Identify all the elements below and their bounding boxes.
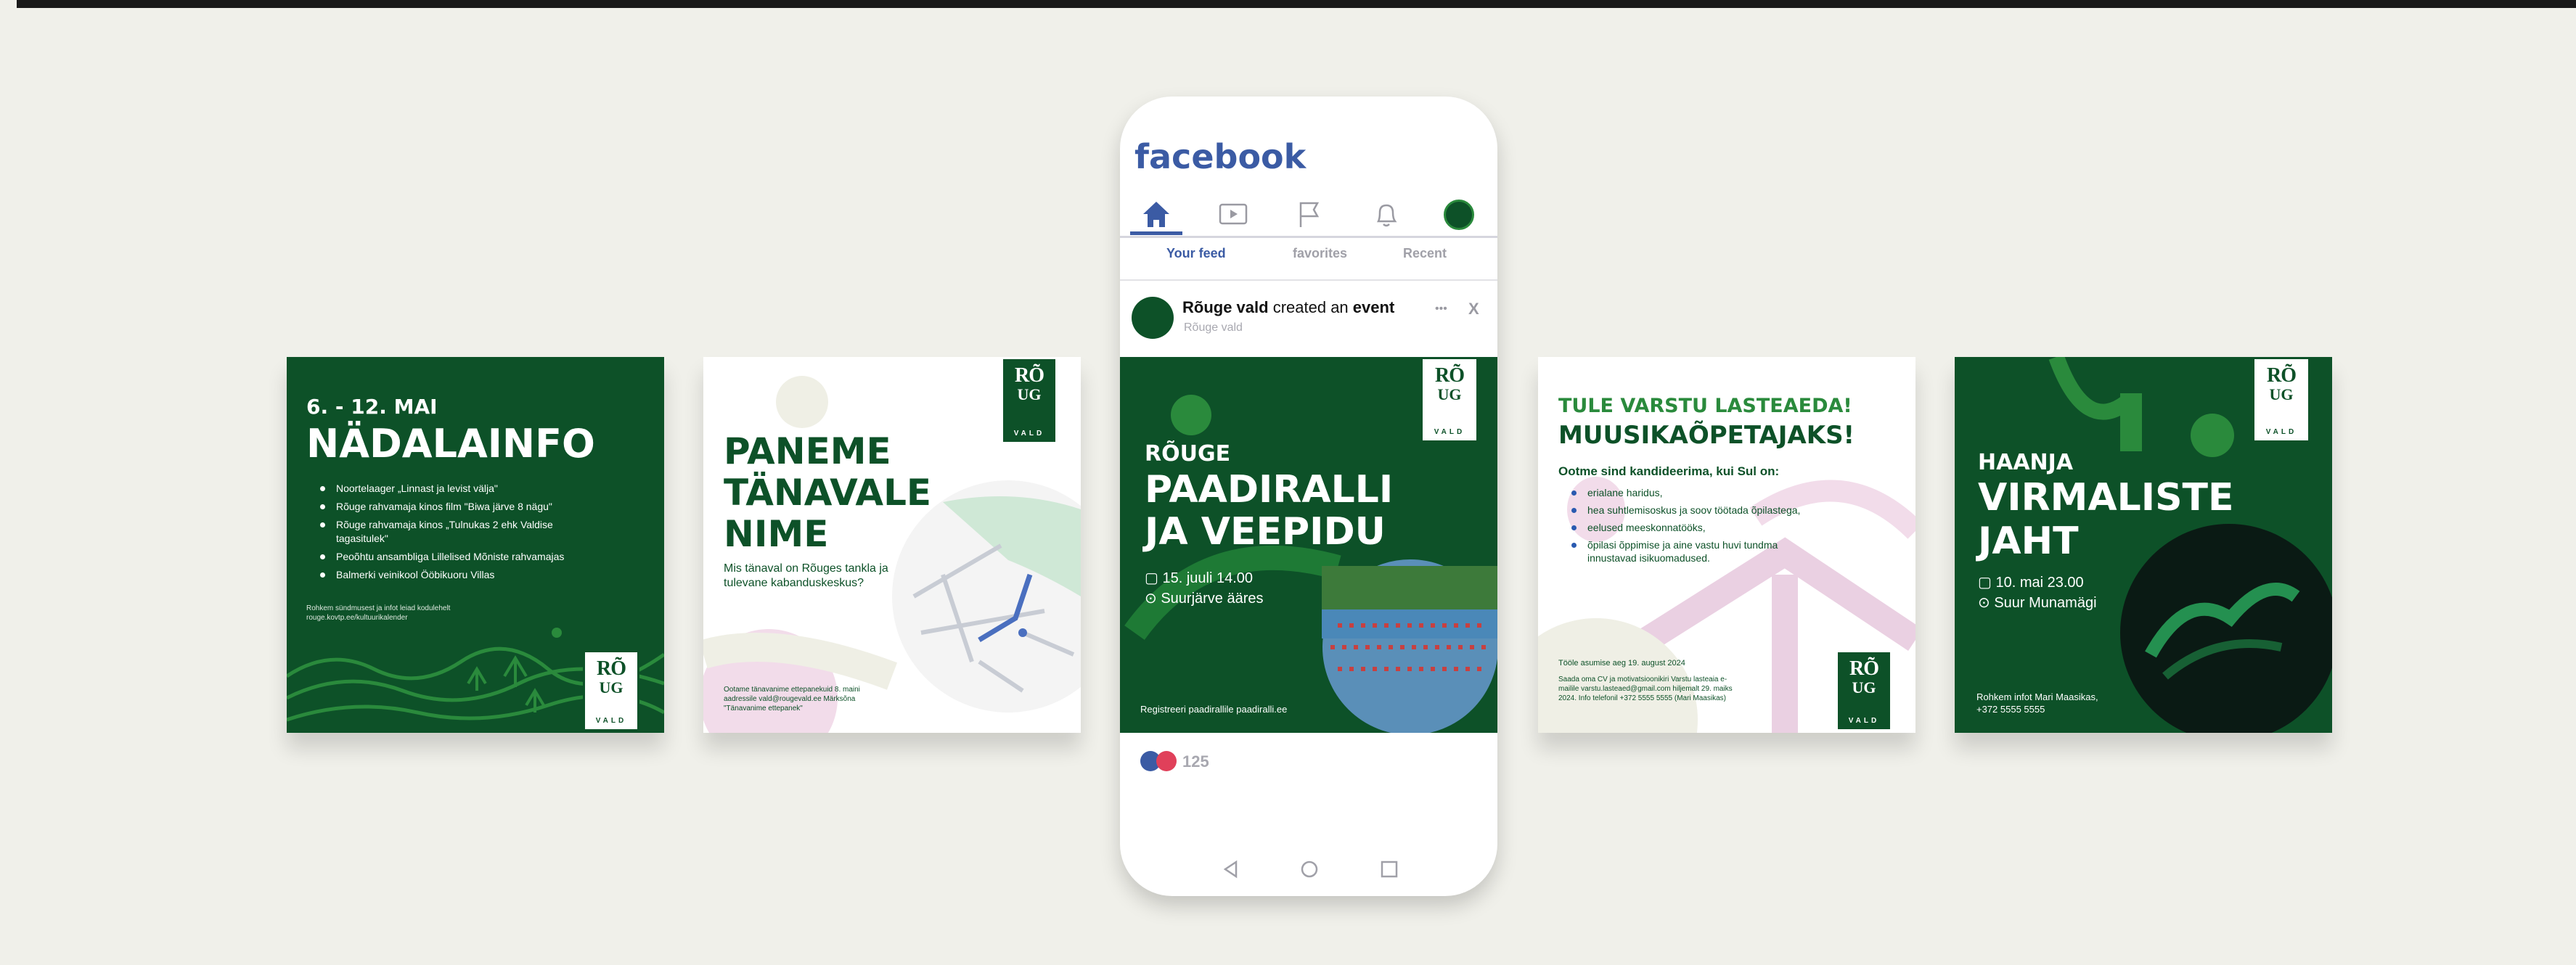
contact-info: Saada oma CV ja motivatsioonikiri Varstu… [1558, 676, 1733, 702]
start-date: Tööle asumise aeg 19. august 2024 [1558, 659, 1685, 668]
list-item: Balmerki veinikool Ööbikuoru Villas [320, 568, 639, 582]
facebook-logo: facebook [1134, 137, 1307, 176]
home-button-icon[interactable] [1300, 860, 1319, 879]
card-nadalainfo: 6. - 12. MAI NÄDALAINFO Noortelaager „Li… [287, 357, 664, 733]
card-footer: Ootame tänavanime ettepanekuid 8. maini … [724, 686, 860, 713]
phone-mockup: facebook Your feed favorites Recent Rõug… [1120, 96, 1497, 896]
card-title: NÄDALAINFO [306, 421, 595, 467]
event-image[interactable]: RÕ UG VALD RÕUGE PAADIRALLI JA VEEPIDU ▢ … [1120, 357, 1497, 733]
video-icon[interactable] [1219, 202, 1248, 227]
card-tanavanimi: RÕ UG VALD PANEME TÄNAVALE NIME Mis tänav… [703, 357, 1081, 733]
list-item: Noortelaager „Linnast ja levist välja" [320, 482, 639, 496]
list-item: Rõuge rahvamaja kinos „Tulnukas 2 ehk Va… [320, 518, 554, 546]
bell-icon[interactable] [1373, 201, 1400, 229]
card-date: 6. - 12. MAI [306, 395, 438, 419]
card-virmalised: RÕ UG VALD HAANJA VIRMALISTE JAHT ▢ 10. m… [1955, 357, 2332, 733]
separator [1120, 279, 1497, 281]
post-author[interactable]: Rõuge vald [1182, 298, 1269, 316]
card-lasteaed: TULE VARSTU LASTEAEDA! MUUSIKAÕPETAJAKS!… [1538, 357, 1915, 733]
post-avatar[interactable] [1132, 297, 1174, 339]
event-list: Noortelaager „Linnast ja levist välja" R… [320, 482, 639, 582]
event-date: ▢ 15. juuli 14.00 [1145, 570, 1253, 586]
recent-apps-icon[interactable] [1380, 860, 1399, 879]
event-title: PAADIRALLI JA VEEPIDU [1145, 468, 1394, 554]
post-subtitle: Rõuge vald [1184, 321, 1243, 334]
more-options-icon[interactable]: ••• [1435, 303, 1447, 316]
reaction-count: 125 [1182, 752, 1209, 771]
tab-recent[interactable]: Recent [1403, 246, 1447, 261]
home-icon[interactable] [1140, 200, 1172, 230]
list-item: eelused meeskonnatööks, [1571, 521, 1862, 534]
card-title: PANEME TÄNAVALE NIME [724, 430, 932, 555]
post-object: event [1352, 298, 1395, 316]
list-item: erialane haridus, [1571, 486, 1862, 499]
fb-nav [1120, 192, 1497, 238]
event-location: ⊙ Suur Munamägi [1978, 595, 2097, 611]
feed-tabs: Your feed favorites Recent [1120, 246, 1497, 268]
event-register: Registreeri paadirallile paadiralli.ee [1140, 704, 1288, 715]
list-item: Rõuge rahvamaja kinos film "Biwa järve 8… [320, 500, 639, 514]
list-item: õpilasi õppimise ja aine vastu huvi tund… [1571, 538, 1827, 564]
card-question: Mis tänaval on Rõuges tankla ja tulevane… [724, 562, 888, 589]
requirements-list: erialane haridus, hea suhtlemisoskus ja … [1571, 486, 1862, 564]
list-item: hea suhtlemisoskus ja soov töötada õpila… [1571, 504, 1862, 517]
card-intro: Ootme sind kandideerima, kui Sul on: [1558, 464, 1780, 478]
tab-favorites[interactable]: favorites [1293, 246, 1347, 261]
close-icon[interactable]: X [1468, 300, 1479, 319]
card-heading-2: MUUSIKAÕPETAJAKS! [1558, 421, 1855, 450]
event-place: RÕUGE [1145, 441, 1231, 467]
card-footer: Rohkem infot Mari Maasikas, +372 5555 55… [1976, 691, 2098, 715]
event-title: VIRMALISTE JAHT [1978, 476, 2234, 563]
top-bar [17, 0, 2576, 8]
rouge-logo: RÕ UG VALD [1836, 650, 1892, 731]
list-item: Peoõhtu ansambliga Lillelised Mõniste ra… [320, 550, 639, 564]
active-tab-indicator [1130, 231, 1182, 235]
post-header: Rõuge vald created an event [1182, 298, 1394, 317]
card-heading-1: TULE VARSTU LASTEAEDA! [1558, 395, 1852, 417]
post-action: created an [1272, 298, 1349, 316]
rouge-logo: RÕ UG VALD [1420, 357, 1479, 443]
back-icon[interactable] [1222, 860, 1240, 879]
rouge-logo: RÕ UG VALD [583, 650, 639, 731]
profile-avatar[interactable] [1444, 200, 1474, 230]
event-date: ▢ 10. mai 23.00 [1978, 575, 2084, 591]
flag-icon[interactable] [1297, 201, 1322, 229]
event-place: HAANJA [1978, 450, 2074, 475]
rouge-logo: RÕ UG VALD [1001, 357, 1058, 444]
love-icon [1156, 751, 1177, 771]
rouge-logo: RÕ UG VALD [2252, 357, 2310, 443]
tab-your-feed[interactable]: Your feed [1166, 246, 1226, 261]
event-location: ⊙ Suurjärve ääres [1145, 591, 1264, 607]
